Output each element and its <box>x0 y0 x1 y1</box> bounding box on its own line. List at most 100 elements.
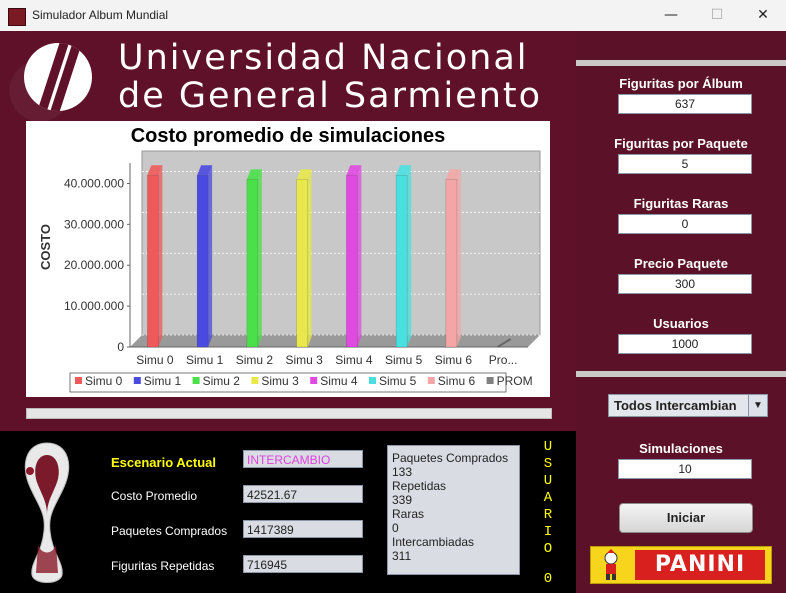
legend-item: Simu 1 <box>144 374 182 388</box>
cost-chart: Costo promedio de simulaciones 0 10.000.0… <box>26 121 550 397</box>
x-tick-label: Pro... <box>489 353 518 367</box>
y-tick-label: 40.000.000 <box>64 176 124 190</box>
legend-item: PROM <box>497 374 533 388</box>
figuritas-paquete-label: Figuritas por Paquete <box>614 136 748 151</box>
legend-swatch <box>369 377 376 384</box>
bar <box>196 175 209 348</box>
usuarios-label: Usuarios <box>653 316 709 331</box>
x-tick-label: Simu 1 <box>186 353 224 367</box>
x-tick-label: Simu 4 <box>335 353 373 367</box>
university-line-1: Universidad Nacional <box>118 38 529 78</box>
usuario-letter: A <box>543 490 553 506</box>
legend-swatch <box>133 377 141 384</box>
close-button[interactable]: ✕ <box>740 0 786 31</box>
legend-item: Simu 4 <box>320 374 358 388</box>
settings-sidebar: Figuritas por Álbum 637 Figuritas por Pa… <box>576 31 786 593</box>
bar-side <box>158 165 163 347</box>
repetidas-label: Figuritas Repetidas <box>111 559 215 573</box>
escenario-field: INTERCAMBIO <box>243 450 363 468</box>
sidebar-divider-top <box>576 60 786 66</box>
y-axis-label: COSTO <box>38 224 53 270</box>
legend-item: Simu 6 <box>438 374 476 388</box>
info-panel: Escenario Actual INTERCAMBIO Costo Prome… <box>0 431 576 593</box>
user-stats-area: Paquetes Comprados 133 Repetidas 339 Rar… <box>387 445 520 575</box>
panini-mascot-icon <box>604 549 618 580</box>
usuario-letter: O <box>543 541 553 557</box>
figuritas-paquete-input[interactable]: 5 <box>618 154 752 174</box>
bar <box>346 175 358 348</box>
usuario-letter: U <box>543 439 553 455</box>
usuario-vertical-label: USUARIO 0 <box>541 439 555 588</box>
university-logo-icon <box>24 43 92 111</box>
usuario-letter: U <box>543 473 553 489</box>
escenario-label: Escenario Actual <box>111 455 217 470</box>
legend-item: Simu 0 <box>85 374 123 388</box>
scenario-select-value: Todos Intercambian <box>614 398 737 413</box>
bar <box>147 175 159 348</box>
figuritas-album-input[interactable]: 637 <box>618 94 752 114</box>
costo-field: 42521.67 <box>243 485 363 503</box>
usuario-number: 0 <box>543 571 553 587</box>
simulaciones-input[interactable]: 10 <box>618 459 752 479</box>
simulaciones-label: Simulaciones <box>639 441 723 456</box>
raras-label: Figuritas Raras <box>633 196 729 211</box>
legend-swatch <box>75 377 82 384</box>
usuario-letter: S <box>543 456 553 472</box>
x-tick-label: Simu 0 <box>136 353 174 367</box>
bar-side <box>257 169 262 347</box>
usuarios-input[interactable]: 1000 <box>618 334 752 354</box>
panini-logo: PANINI <box>590 546 772 584</box>
university-line-2: de General Sarmiento <box>118 76 543 116</box>
sidebar-divider-middle <box>576 371 786 377</box>
chevron-down-icon[interactable]: ▼ <box>748 395 767 416</box>
paquetes-label: Paquetes Comprados <box>111 524 228 538</box>
legend-item: Simu 2 <box>203 374 241 388</box>
bar-side <box>357 165 362 347</box>
usuario-letter: I <box>543 524 553 540</box>
chart-plot: 0 10.000.000 20.000.000 30.000.000 40.000.00… <box>38 150 541 393</box>
figuritas-album-label: Figuritas por Álbum <box>619 76 743 91</box>
bar <box>445 179 458 348</box>
bar <box>395 175 408 348</box>
repetidas-field: 716945 <box>243 555 363 573</box>
bar-side <box>407 165 412 347</box>
minimize-button[interactable]: — <box>648 0 694 31</box>
x-tick-label: Simu 5 <box>385 353 423 367</box>
world-cup-trophy-icon <box>24 442 70 583</box>
y-tick-label: 10.000.000 <box>64 299 124 313</box>
legend-swatch <box>486 377 494 384</box>
usuario-letter: R <box>543 507 553 523</box>
bar-side <box>456 169 461 347</box>
y-tick-label: 30.000.000 <box>64 217 124 231</box>
legend-swatch <box>251 377 259 384</box>
precio-input[interactable]: 300 <box>618 274 752 294</box>
bar-side <box>307 169 312 347</box>
progress-bar <box>26 408 552 419</box>
paquetes-field: 1417389 <box>243 520 363 538</box>
y-tick-label: 20.000.000 <box>64 258 124 272</box>
bar <box>246 179 259 348</box>
legend-item: Simu 5 <box>379 374 417 388</box>
university-name: Universidad Nacional de General Sarmient… <box>118 39 542 115</box>
app-icon <box>8 8 26 26</box>
x-tick-label: Simu 6 <box>435 353 473 367</box>
bar <box>296 179 308 348</box>
precio-label: Precio Paquete <box>634 256 728 271</box>
legend-item: Simu 3 <box>261 374 299 388</box>
iniciar-button[interactable]: Iniciar <box>619 503 753 533</box>
window-titlebar: Simulador Album Mundial — ☐ ✕ <box>0 0 786 32</box>
legend-swatch <box>310 377 318 384</box>
maximize-button[interactable]: ☐ <box>694 0 740 31</box>
x-tick-label: Simu 3 <box>285 353 323 367</box>
costo-label: Costo Promedio <box>111 489 198 503</box>
legend-swatch <box>427 377 435 384</box>
x-tick-label: Simu 2 <box>236 353 274 367</box>
window-title: Simulador Album Mundial <box>32 8 169 22</box>
y-tick-label: 0 <box>117 340 124 354</box>
scenario-select[interactable]: Todos Intercambian ▼ <box>608 394 768 417</box>
chart-floor <box>130 335 540 347</box>
bar-side <box>208 165 213 347</box>
usuario-letters: USUARIO <box>541 439 555 558</box>
panini-wordmark: PANINI <box>635 550 765 580</box>
raras-input[interactable]: 0 <box>618 214 752 234</box>
